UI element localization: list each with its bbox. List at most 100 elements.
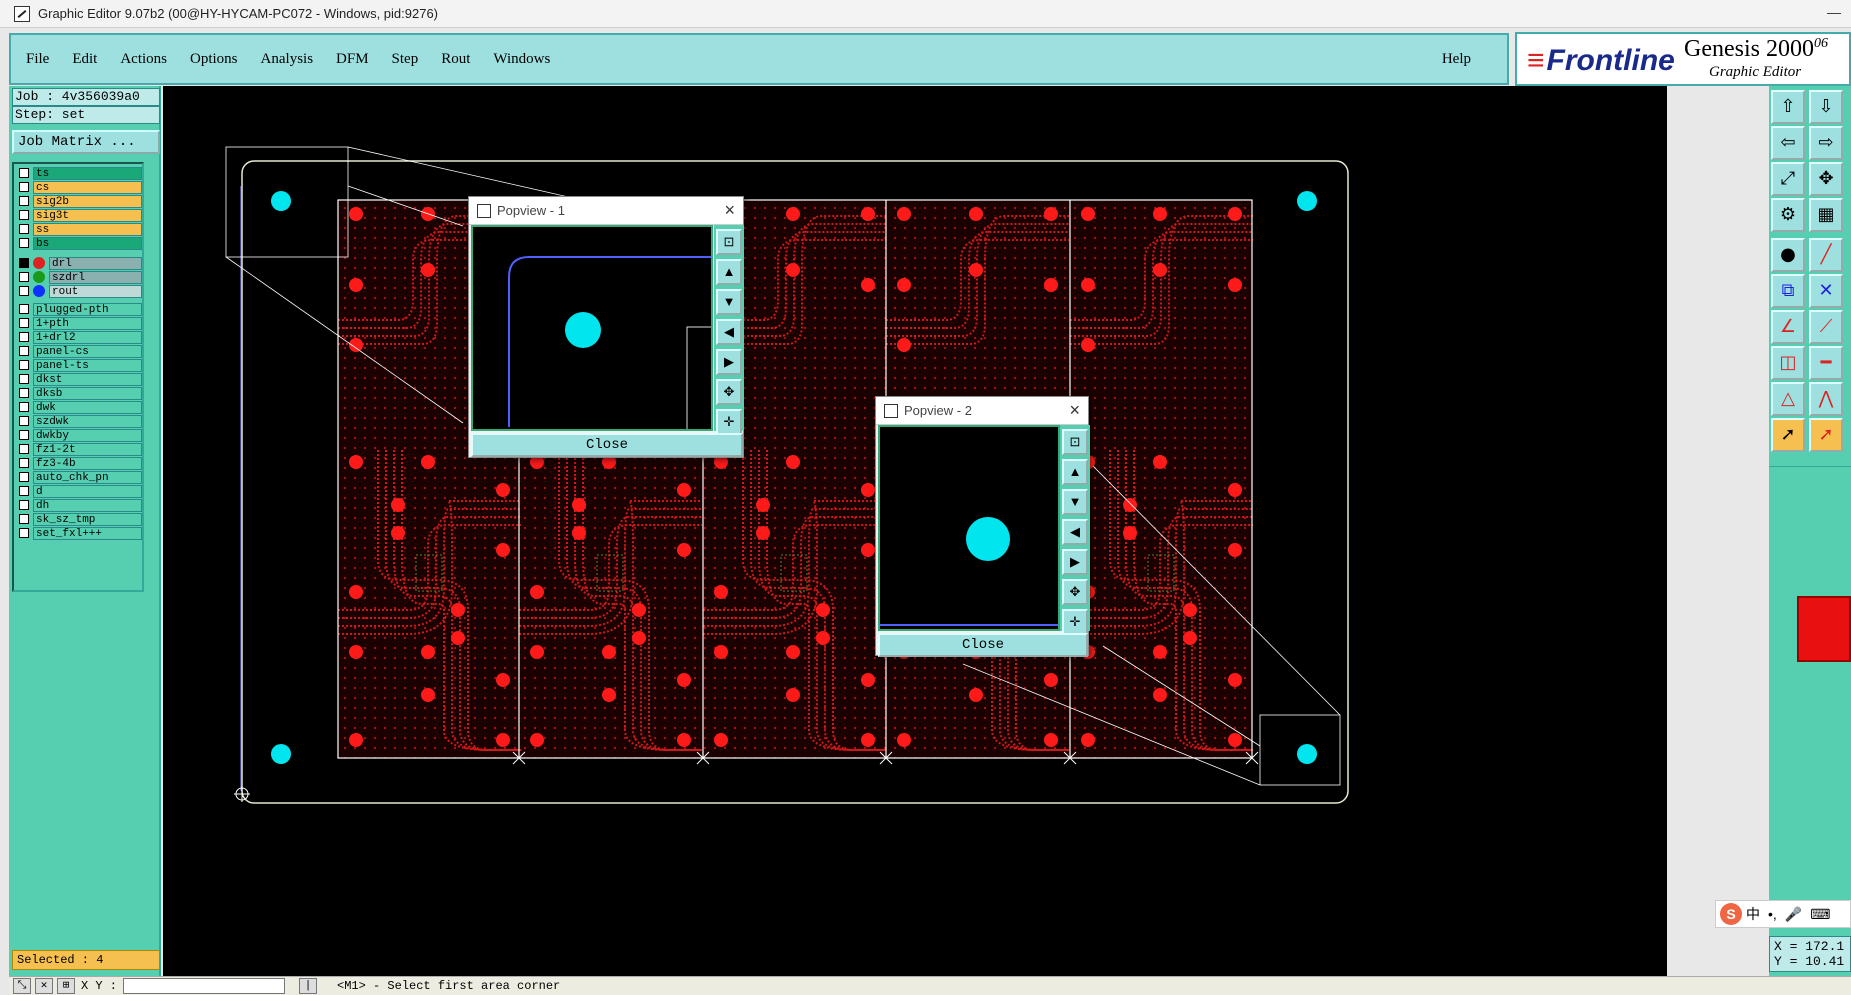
layer-name[interactable]: szdwk <box>33 414 142 428</box>
layer-checkbox[interactable] <box>19 286 29 296</box>
zoom-out-icon[interactable]: ✥ <box>1062 579 1088 605</box>
pan-down-icon[interactable]: ▼ <box>1062 489 1088 515</box>
menu-analysis[interactable]: Analysis <box>261 51 314 68</box>
layer-name[interactable]: 1+pth <box>33 316 142 330</box>
layer-row-ss[interactable]: ss <box>16 222 142 236</box>
layer-name[interactable]: panel-ts <box>33 358 142 372</box>
layer-checkbox[interactable] <box>19 402 29 412</box>
layer-checkbox[interactable] <box>19 258 29 268</box>
layer-row-dwkby[interactable]: dwkby <box>16 428 142 442</box>
pan-left-icon[interactable]: ◀ <box>716 319 742 345</box>
layer-checkbox[interactable] <box>19 182 29 192</box>
pan-right-icon[interactable]: ▶ <box>1062 549 1088 575</box>
layer-row-dksb[interactable]: dksb <box>16 386 142 400</box>
layer-checkbox[interactable] <box>19 196 29 206</box>
minimize-button[interactable]: — <box>1827 4 1841 20</box>
layer-name[interactable]: 1+drl2 <box>33 330 142 344</box>
layer-name[interactable]: drl <box>49 256 142 270</box>
keyboard-icon[interactable]: ⌨ <box>1810 906 1830 923</box>
xy-input[interactable] <box>123 978 286 994</box>
layer-checkbox[interactable] <box>19 374 29 384</box>
layer-name[interactable]: auto_chk_pn <box>33 470 142 484</box>
job-matrix-button[interactable]: Job Matrix ... <box>12 130 160 154</box>
pan-right-icon[interactable]: ▶ <box>716 349 742 375</box>
center-view-icon[interactable]: ✥ <box>1809 162 1843 196</box>
layer-checkbox[interactable] <box>19 430 29 440</box>
layer-row-bs[interactable]: bs <box>16 236 142 250</box>
popview-1-viewport[interactable] <box>471 225 713 431</box>
slope-tool-icon[interactable]: ⟋ <box>1809 310 1843 344</box>
layer-row-d[interactable]: d <box>16 484 142 498</box>
layer-name[interactable]: szdrl <box>49 270 142 284</box>
draw-line-icon[interactable]: ╱ <box>1809 238 1843 272</box>
zoom-home-icon[interactable]: ⊡ <box>1062 429 1088 455</box>
layer-checkbox[interactable] <box>19 238 29 248</box>
layer-row-fz3-4b[interactable]: fz3-4b <box>16 456 142 470</box>
close-icon[interactable]: × <box>724 200 735 221</box>
zoom-in-icon[interactable]: ✛ <box>1062 609 1088 635</box>
connect-tool-icon[interactable]: ⧉ <box>1771 274 1805 308</box>
layer-name[interactable]: rout <box>49 284 142 298</box>
layer-checkbox[interactable] <box>19 514 29 524</box>
layer-name[interactable]: fz1-2t <box>33 442 142 456</box>
layer-row-rout[interactable]: rout <box>16 284 142 298</box>
ime-toolbar[interactable]: S 中 •, 🎤 ⌨ <box>1715 900 1851 928</box>
layer-name[interactable]: sk_sz_tmp <box>33 512 142 526</box>
layer-checkbox[interactable] <box>19 458 29 468</box>
popview-1-close-button[interactable]: Close <box>471 433 743 457</box>
pan-left-tool-icon[interactable]: ⇦ <box>1771 126 1805 160</box>
layer-checkbox[interactable] <box>19 318 29 328</box>
layer-name[interactable]: fz3-4b <box>33 456 142 470</box>
popview-2-viewport[interactable] <box>878 425 1060 631</box>
pointer-tool-icon[interactable]: ➚ <box>1771 418 1805 452</box>
layer-checkbox[interactable] <box>19 472 29 482</box>
layer-name[interactable]: dwk <box>33 400 142 414</box>
popview-2-close-button[interactable]: Close <box>878 633 1088 657</box>
layer-row-auto_chk_pn[interactable]: auto_chk_pn <box>16 470 142 484</box>
layer-name[interactable]: ts <box>33 166 142 180</box>
layer-name[interactable]: sig3t <box>33 208 142 222</box>
layer-name[interactable]: dkst <box>33 372 142 386</box>
pan-right-tool-icon[interactable]: ⇨ <box>1809 126 1843 160</box>
layer-row-set_fxl+++[interactable]: set_fxl+++ <box>16 526 142 540</box>
popview-1-window[interactable]: Popview - 1 × ⊡ ▲ ▼ ◀ ▶ ✥ ✛ Close <box>468 196 744 458</box>
pan-up-icon[interactable]: ▲ <box>1062 459 1088 485</box>
angle-tool-icon[interactable]: ∠ <box>1771 310 1805 344</box>
menu-rout[interactable]: Rout <box>441 51 470 68</box>
layer-checkbox[interactable] <box>19 224 29 234</box>
layer-checkbox[interactable] <box>19 416 29 426</box>
layer-checkbox[interactable] <box>19 272 29 282</box>
zoom-in-tool-icon[interactable]: ⇧ <box>1771 90 1805 124</box>
layer-name[interactable]: dwkby <box>33 428 142 442</box>
layer-name[interactable]: set_fxl+++ <box>33 526 142 540</box>
pad-tool-icon[interactable]: ◫ <box>1771 346 1805 380</box>
layer-row-drl[interactable]: drl <box>16 256 142 270</box>
zoom-out-tool-icon[interactable]: ⇩ <box>1809 90 1843 124</box>
fit-view-icon[interactable]: ⤢ <box>1771 162 1805 196</box>
layer-name[interactable]: sig2b <box>33 194 142 208</box>
popview-1-titlebar[interactable]: Popview - 1 × <box>469 197 743 225</box>
layer-name[interactable]: d <box>33 484 142 498</box>
zoom-box-icon[interactable]: ⤡ <box>13 978 31 994</box>
layer-name[interactable]: dh <box>33 498 142 512</box>
line-tool-icon[interactable]: ━ <box>1809 346 1843 380</box>
popview-2-titlebar[interactable]: Popview - 2 × <box>876 397 1088 425</box>
pan-left-icon[interactable]: ◀ <box>1062 519 1088 545</box>
layer-checkbox[interactable] <box>19 304 29 314</box>
layer-row-szdrl[interactable]: szdrl <box>16 270 142 284</box>
layer-checkbox[interactable] <box>19 500 29 510</box>
menu-step[interactable]: Step <box>392 51 419 68</box>
layer-name[interactable]: dksb <box>33 386 142 400</box>
layer-checkbox[interactable] <box>19 346 29 356</box>
measure-tool-icon[interactable]: ⚙ <box>1771 198 1805 232</box>
layer-name[interactable]: plugged-pth <box>33 302 142 316</box>
layer-name[interactable]: ss <box>33 222 142 236</box>
grid-snap-icon[interactable]: ⊞ <box>57 978 75 994</box>
layer-row-sig3t[interactable]: sig3t <box>16 208 142 222</box>
layer-name[interactable]: cs <box>33 180 142 194</box>
menu-edit[interactable]: Edit <box>72 51 97 68</box>
layer-row-sig2b[interactable]: sig2b <box>16 194 142 208</box>
pan-up-icon[interactable]: ▲ <box>716 259 742 285</box>
ime-punct-icon[interactable]: •, <box>1768 906 1777 922</box>
close-icon[interactable]: × <box>1069 400 1080 421</box>
